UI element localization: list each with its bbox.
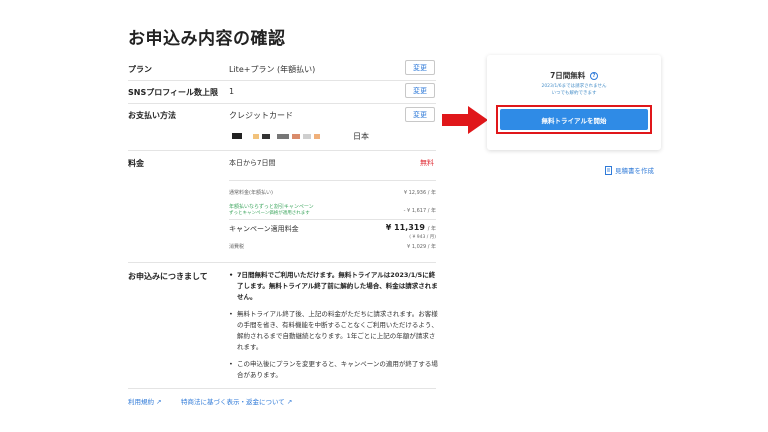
external-link-icon: ↗	[156, 398, 162, 406]
divider	[128, 150, 436, 151]
regular-fee-label: 通常料金(年額払い)	[229, 190, 273, 196]
tax-value: ¥ 1,029 / 年	[407, 244, 436, 250]
divider	[229, 219, 436, 220]
divider	[128, 388, 436, 389]
terms-link-label: 利用規約	[128, 398, 154, 406]
trial-card: 7日間無料 ? 2023/1/6までは請求されません いつでも解約できます 無料…	[487, 55, 661, 150]
trial-period: 本日から7日間	[229, 159, 276, 167]
plan-label: プラン	[128, 65, 152, 74]
page-title: お申込み内容の確認	[128, 29, 286, 49]
sns-limit-label: SNSプロフィール数上限	[128, 88, 219, 97]
notes-label: お申込みにつきまして	[128, 272, 208, 281]
divider	[128, 262, 436, 263]
document-icon	[605, 165, 612, 175]
change-sns-button[interactable]: 変更	[405, 83, 435, 98]
card-details-masked	[232, 131, 323, 141]
applied-fee-label: キャンペーン適用料金	[229, 225, 299, 233]
trial-sub-cancel: いつでも解約できます	[551, 91, 597, 96]
campaign-label: 年額払いならずっと割引キャンペーン	[229, 204, 314, 210]
sns-limit-value: 1	[229, 87, 235, 96]
campaign-discount: - ¥ 1,617 / 年	[403, 208, 436, 214]
free-badge: 無料	[420, 159, 434, 167]
divider	[128, 80, 436, 81]
card-country: 日本	[353, 132, 369, 141]
trial-title: 7日間無料 ?	[487, 70, 661, 81]
trial-sub-billing: 2023/1/6までは請求されません	[541, 84, 607, 89]
note-item-campaign: この申込後にプランを変更すると、キャンペーンの適用が終了する場合があります。	[229, 359, 439, 381]
commerce-law-link-label: 特商法に基づく表示・返金について	[181, 398, 285, 406]
tax-label: 消費税	[229, 244, 245, 250]
trial-title-text: 7日間無料	[550, 71, 586, 80]
campaign-note: ずっとキャンペーン価格が適用されます	[229, 211, 310, 216]
external-link-icon: ↗	[286, 398, 293, 406]
payment-value: クレジットカード	[229, 111, 293, 120]
fee-label: 料金	[128, 159, 144, 168]
applied-fee-unit: / 年	[427, 226, 436, 232]
divider	[128, 103, 436, 104]
note-item-billing: 無料トライアル終了後、上記の料金がただちに請求されます。お客様の手間を省き、有料…	[229, 309, 439, 353]
help-icon[interactable]: ?	[589, 72, 598, 80]
monthly-fee-value: ( ¥ 943 / 月)	[409, 235, 436, 240]
start-trial-button[interactable]: 無料トライアルを開始	[500, 109, 648, 130]
create-quote-link[interactable]: 見積書を作成	[605, 165, 654, 175]
terms-link[interactable]: 利用規約 ↗	[128, 396, 162, 406]
change-plan-button[interactable]: 変更	[405, 60, 435, 75]
note-item-trial: 7日間無料でご利用いただけます。無料トライアルは2023/1/5に終了します。無…	[229, 270, 439, 303]
applied-fee-value: ¥ 11,319	[385, 223, 425, 232]
regular-fee-value: ¥ 12,936 / 年	[403, 190, 436, 196]
trial-button-highlight: 無料トライアルを開始	[496, 105, 652, 134]
create-quote-label: 見積書を作成	[615, 167, 654, 175]
commerce-law-link[interactable]: 特商法に基づく表示・返金について ↗	[181, 396, 292, 406]
plan-value: Lite+プラン (年額払い)	[229, 65, 316, 74]
fee-breakdown: 通常料金(年額払い) ¥ 12,936 / 年 年額払いならずっと割引キャンペー…	[229, 180, 436, 251]
payment-label: お支払い方法	[128, 111, 176, 120]
arrow-right-icon	[442, 106, 488, 134]
change-payment-button[interactable]: 変更	[405, 107, 435, 122]
